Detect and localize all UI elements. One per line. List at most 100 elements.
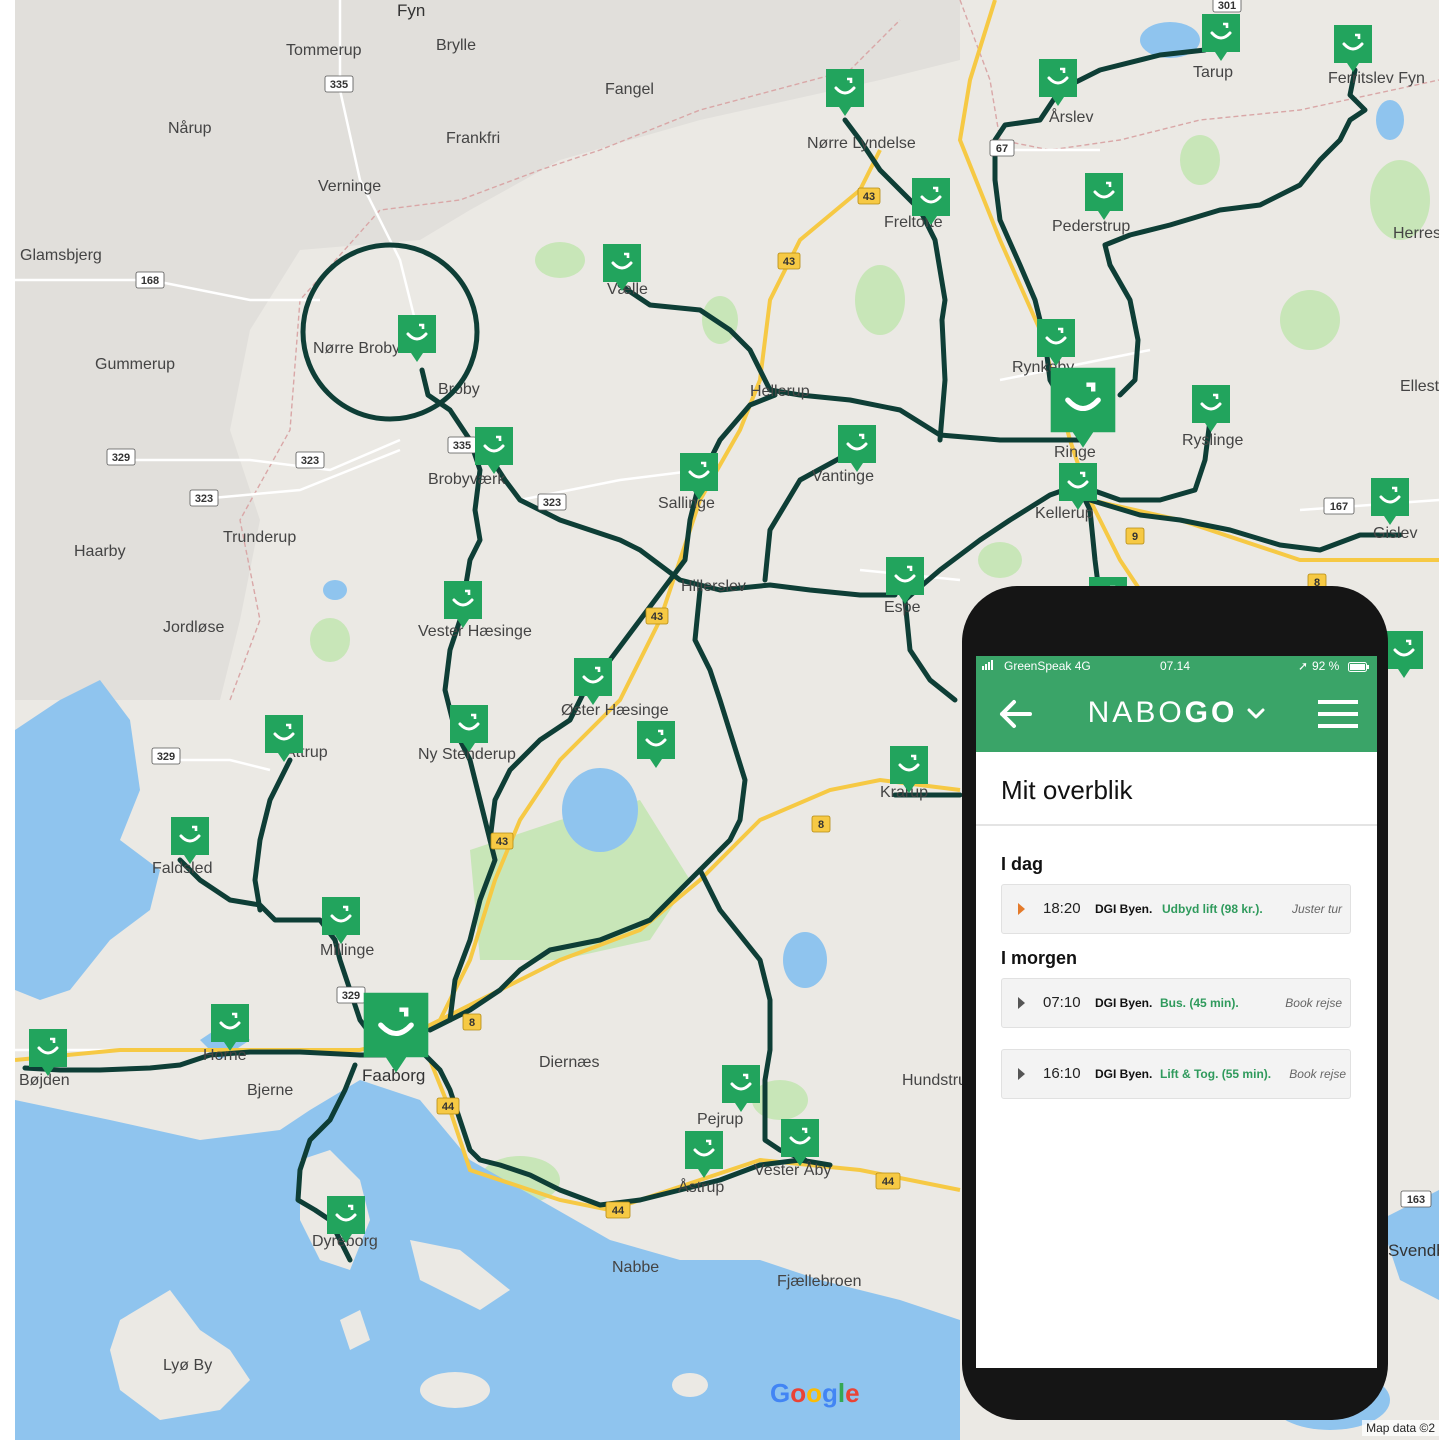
trip-mode: Bus. (45 min). [1160,996,1239,1010]
trip-row-tomorrow-1[interactable]: 07:10 DGI Byen. Bus. (45 min). Book rejs… [1001,978,1351,1028]
route-shield-329b: 329 [151,747,181,765]
place-espe: Espe [884,599,921,616]
battery-level: 92 % [1312,659,1340,673]
route-shield-163: 163 [1400,1190,1432,1208]
svg-text:323: 323 [543,497,561,509]
place-trunderup: Trunderup [223,529,296,546]
app-bar: NABOGO [976,676,1377,752]
svg-text:43: 43 [863,191,875,203]
trip-destination: DGI Byen. [1095,902,1153,916]
route-shield-167: 167 [1323,497,1355,515]
status-time: 07.14 [1160,659,1191,673]
place-glamsbjerg: Glamsbjerg [20,247,102,264]
place-gislev: Gislev [1373,525,1417,542]
place-nabbe: Nabbe [612,1259,659,1276]
svg-text:43: 43 [651,611,663,623]
place-fangel: Fangel [605,81,654,98]
status-bar: GreenSpeak 4G 07.14 ➚ 92 % [976,656,1377,676]
carrier-label: GreenSpeak 4G [1004,659,1091,673]
place-herrested: Herrested [1393,225,1439,242]
trip-time: 18:20 [1043,900,1081,917]
svg-text:43: 43 [783,256,795,268]
trip-time: 07:10 [1043,994,1081,1011]
svg-text:44: 44 [882,1176,895,1188]
trip-row-today-1[interactable]: 18:20 DGI Byen. Udbyd lift (98 kr.). Jus… [1001,884,1351,934]
route-shield-329: 329 [106,448,136,466]
place-tommerup: Tommerup [286,42,362,59]
page-title: Mit overblik [1001,775,1133,805]
expand-triangle-icon [1018,1068,1025,1080]
place-krarup: Krarup [880,784,928,801]
svg-text:323: 323 [301,455,319,467]
place-bojden: Bøjden [19,1072,70,1089]
place-vantinge: Vantinge [812,468,874,485]
section-title-tomorrow: I morgen [1001,948,1078,968]
place-brobyvaerk: Brobyværk [428,471,506,488]
route-shield-44c: 44 [436,1097,460,1115]
place-bjerne: Bjerne [247,1082,293,1099]
signal-icon [982,659,996,673]
expand-triangle-icon [1018,997,1025,1009]
title-divider [976,824,1377,826]
place-gummerup: Gummerup [95,356,175,373]
route-shield-43c: 43 [645,607,669,625]
place-ellested: Ellested [1400,378,1439,395]
place-lyo-by: Lyø By [163,1357,212,1374]
route-shield-44b: 44 [875,1172,901,1190]
route-shield-43a: 43 [857,187,881,205]
place-frankfri: Frankfri [446,130,500,147]
place-vester-aaby: Vester Åby [754,1160,831,1179]
svg-text:335: 335 [453,440,471,452]
place-horne: Horne [203,1047,247,1064]
route-shield-8a: 8 [811,815,831,833]
svg-text:335: 335 [330,79,348,91]
trip-time: 16:10 [1043,1065,1081,1082]
trip-row-tomorrow-2[interactable]: 16:10 DGI Byen. Lift & Tog. (55 min). Bo… [1001,1049,1351,1099]
place-tarup: Tarup [1193,64,1233,81]
place-sallinge: Sallinge [658,495,715,512]
route-shield-323b: 323 [189,489,219,507]
route-shield-43b: 43 [777,252,801,270]
battery-icon [1348,661,1370,675]
svg-text:168: 168 [141,275,159,287]
place-brylle: Brylle [436,37,476,54]
place-kellerup: Kellerup [1035,505,1094,522]
svg-text:44: 44 [612,1205,625,1217]
trip-action-link[interactable]: Book rejse [1285,996,1342,1010]
place-verninge: Verninge [318,178,381,195]
brand-name-go: GO [1184,696,1238,729]
place-pederstrup: Pederstrup [1052,218,1130,235]
expand-triangle-icon [1018,903,1025,915]
place-haarby: Haarby [74,543,126,560]
route-shield-329c: 329 [336,986,366,1004]
place-fyn: Fyn [397,1,425,20]
route-shield-67: 67 [989,139,1015,157]
chevron-down-icon [1247,708,1265,719]
svg-text:67: 67 [996,143,1008,155]
trip-destination: DGI Byen. [1095,996,1153,1010]
svg-text:8: 8 [469,1017,475,1029]
svg-text:301: 301 [1218,0,1236,12]
place-hillerslev: Hillerslev [681,578,746,595]
place-faldsled: Faldsled [152,860,212,877]
route-shield-335b: 335 [447,436,477,454]
svg-text:43: 43 [496,836,508,848]
trip-destination: DGI Byen. [1095,1067,1153,1081]
route-shield-43d: 43 [490,832,514,850]
svg-text:329: 329 [112,452,130,464]
svg-text:167: 167 [1330,501,1348,513]
place-millinge: Millinge [320,942,374,959]
svg-text:329: 329 [342,990,360,1002]
phone-screen: GreenSpeak 4G 07.14 ➚ 92 % NABOGO Mit ov… [976,656,1377,1368]
place-aarslev: Årslev [1049,107,1093,126]
brand-name-nabo: NABO [1087,696,1185,729]
place-ringe: Ringe [1054,444,1096,461]
svg-text:323: 323 [195,493,213,505]
map-attribution: Map data ©2 [1362,1420,1439,1436]
place-norre-lyndelse: Nørre Lyndelse [807,135,916,152]
trip-action-link[interactable]: Juster tur [1292,902,1342,916]
trip-action-link[interactable]: Book rejse [1289,1067,1346,1081]
menu-button[interactable] [1317,698,1359,730]
place-fjaellebroen: Fjællebroen [777,1273,861,1290]
trip-mode: Udbyd lift (98 kr.). [1162,902,1263,916]
